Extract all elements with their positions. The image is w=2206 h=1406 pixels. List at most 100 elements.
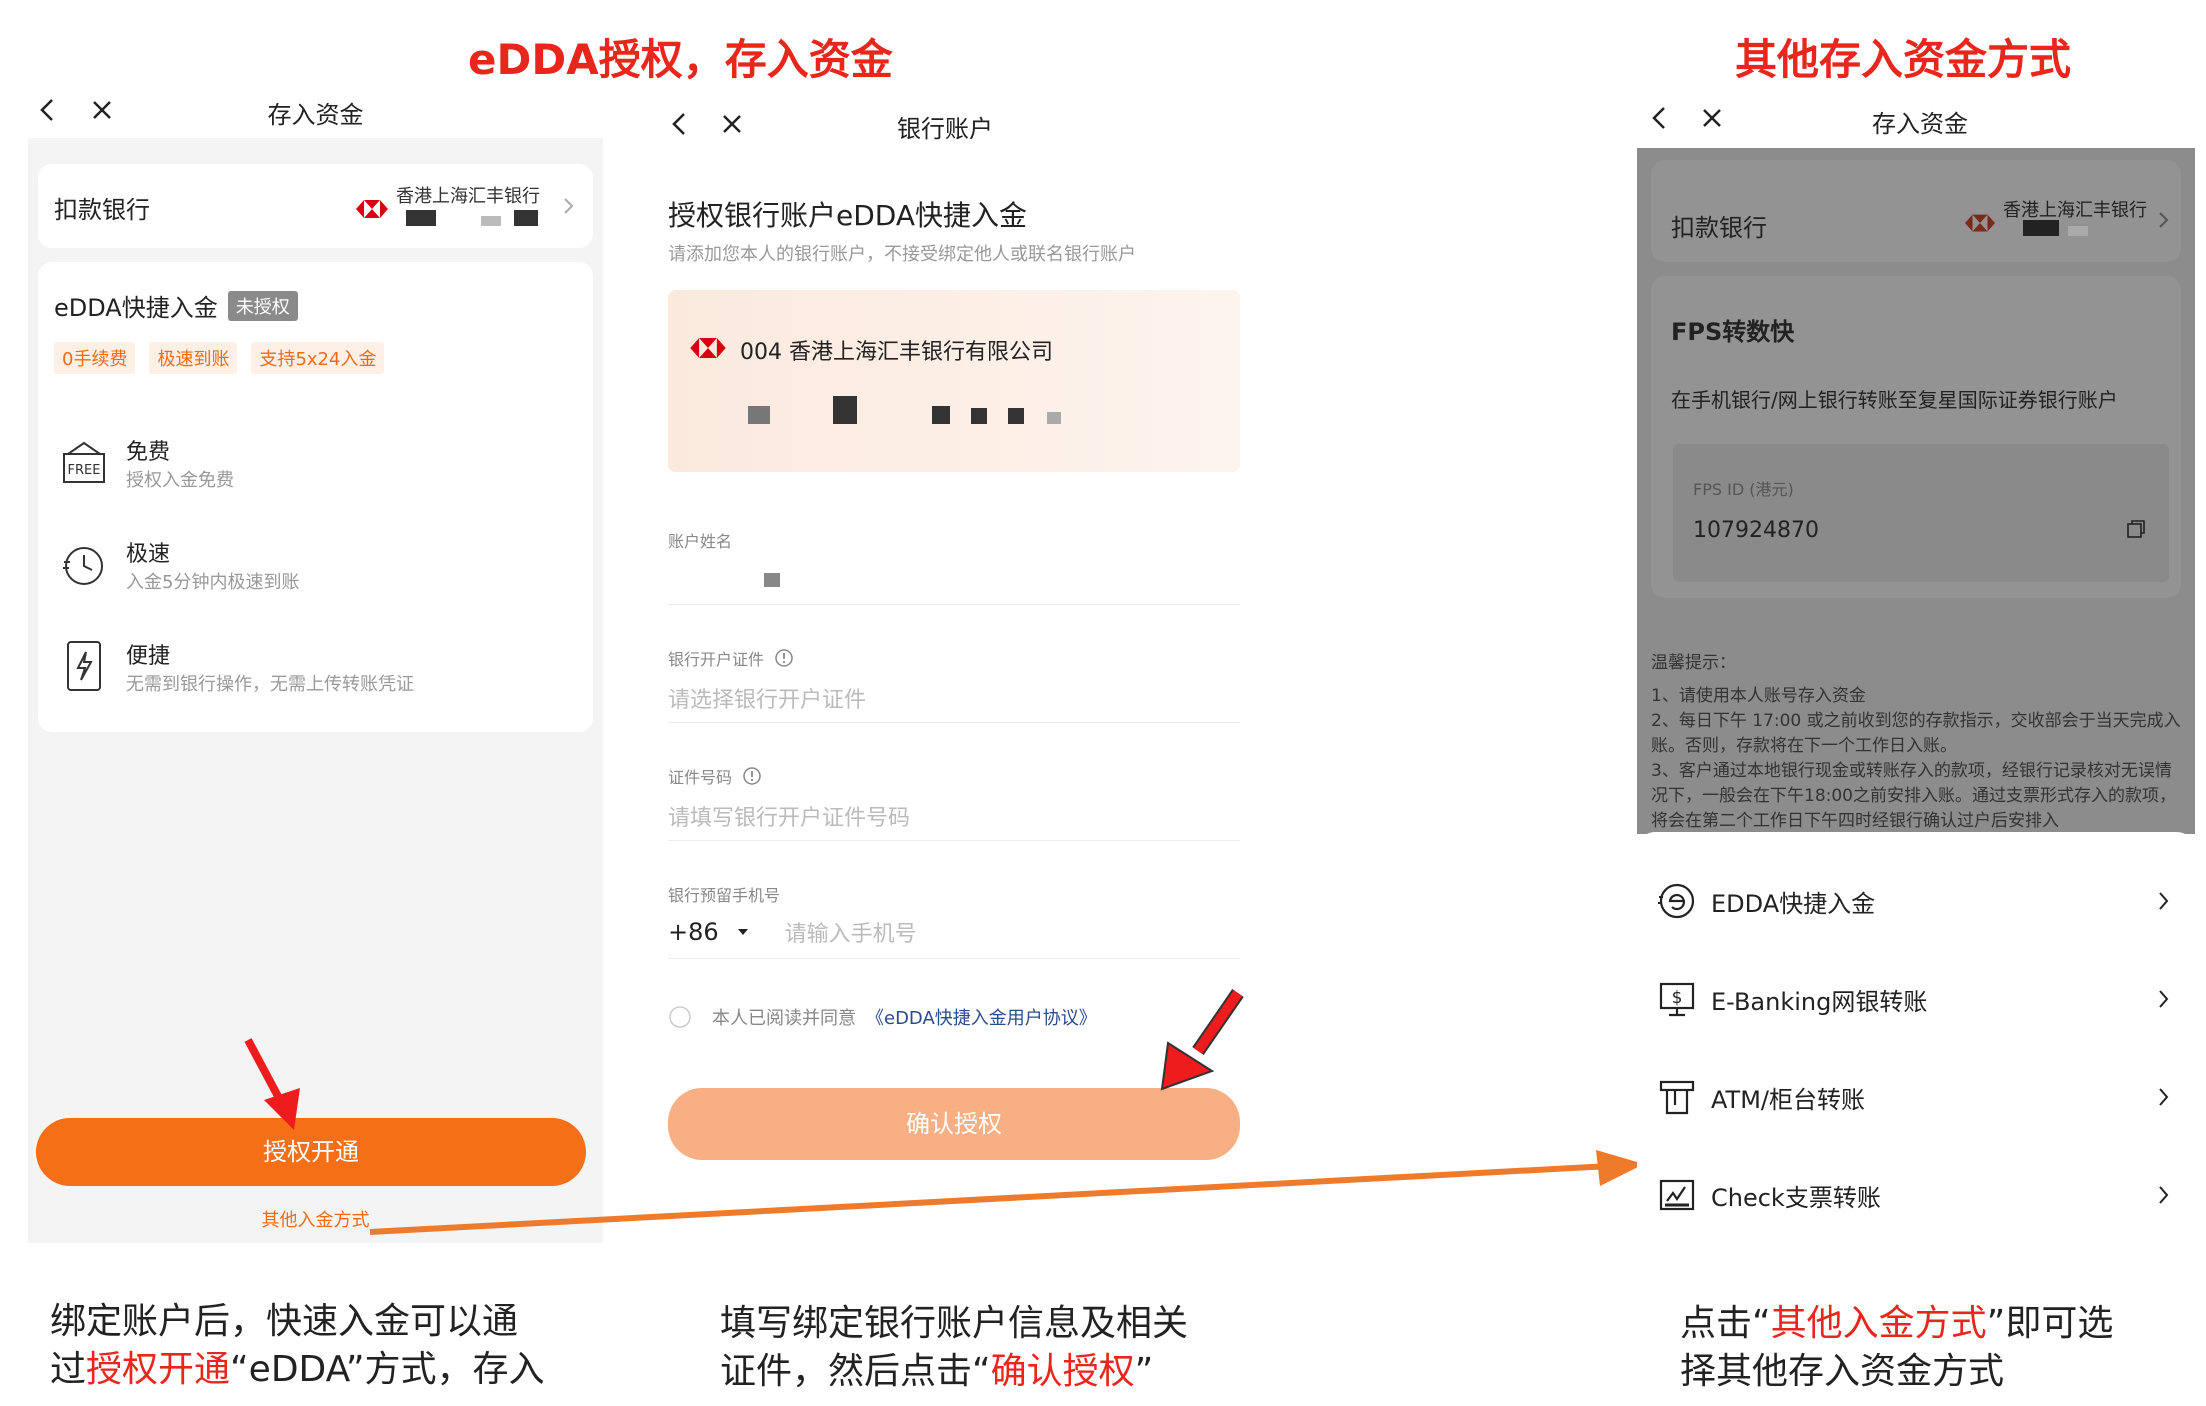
tip-item: 1、请使用本人账号存入资金 bbox=[1651, 686, 1866, 706]
caption-line: 绑定账户后，快速入金可以通 bbox=[50, 1301, 519, 1342]
edda-title: eDDA快捷入金 bbox=[54, 294, 218, 322]
check-icon bbox=[1659, 1179, 1695, 1211]
feature-item: 极速 入金5分钟内极速到账 bbox=[54, 534, 574, 598]
method-label: EDDA快捷入金 bbox=[1711, 889, 1876, 918]
screen2-navbar: 银行账户 bbox=[660, 98, 1260, 152]
tips-list: 1、请使用本人账号存入资金 2、每日下午 17:00 或之前收到您的存款指示，交… bbox=[1651, 684, 2181, 834]
divider bbox=[668, 958, 1240, 959]
screen1-navbar: 存入资金 bbox=[28, 84, 603, 138]
agreement-checkbox[interactable] bbox=[668, 1005, 692, 1029]
dimmed-overlay: 扣款银行 香港上海汇丰银行 FPS转数快 在手机银行/网上银行转账至复星国际证券… bbox=[1637, 148, 2195, 834]
heading-right: 其他存入资金方式 bbox=[1735, 35, 2072, 84]
id-number-label: 证件号码 bbox=[668, 768, 733, 787]
caption-line: 填写绑定银行账户信息及相关 bbox=[720, 1303, 1189, 1344]
annotation-arrow bbox=[1160, 989, 1244, 1091]
screen3-title: 存入资金 bbox=[1872, 110, 1968, 138]
caret-down-icon[interactable] bbox=[737, 927, 749, 937]
bank-select-row[interactable]: 扣款银行 香港上海汇丰银行 bbox=[38, 164, 593, 248]
masked-account bbox=[2023, 220, 2089, 240]
bank-label: 扣款银行 bbox=[1671, 214, 1767, 242]
bank-name: 香港上海汇丰银行 bbox=[2003, 200, 2147, 221]
page-subheading: 请添加您本人的银行账户，不接受绑定他人或联名银行账户 bbox=[668, 244, 1136, 265]
id-type-select[interactable]: 请选择银行开户证件 bbox=[668, 682, 866, 714]
account-name-value bbox=[668, 572, 780, 591]
account-name-label: 账户姓名 bbox=[668, 532, 733, 551]
caption-line: 择其他存入资金方式 bbox=[1680, 1351, 2005, 1392]
feature-desc: 入金5分钟内极速到账 bbox=[126, 572, 300, 593]
free-icon: FREE bbox=[63, 441, 105, 483]
clock-icon bbox=[63, 547, 103, 585]
method-ebanking[interactable]: $ E-Banking网银转账 bbox=[1657, 950, 2177, 1048]
divider bbox=[668, 604, 1240, 605]
caption-1: 绑定账户后，快速入金可以通 过授权开通“eDDA”方式，存入 bbox=[50, 1298, 544, 1394]
atm-icon bbox=[1659, 1080, 1695, 1115]
info-icon[interactable] bbox=[774, 648, 794, 668]
tip-item: 3、客户通过本地银行现金或转账存入的款项，经银行记录核对无误情况下，一般会在下午… bbox=[1651, 761, 2176, 831]
phone-input[interactable]: 请输入手机号 bbox=[785, 916, 917, 948]
phone-prefix[interactable]: +86 bbox=[668, 918, 719, 946]
method-atm[interactable]: ATM/柜台转账 bbox=[1657, 1048, 2177, 1146]
tag: 支持5x24入金 bbox=[251, 342, 385, 374]
feature-desc: 授权入金免费 bbox=[126, 470, 234, 491]
caption-line: 点击“其他入金方式”即可选 bbox=[1680, 1303, 2114, 1344]
tag: 0手续费 bbox=[54, 342, 136, 374]
feature-title: 便捷 bbox=[126, 644, 171, 669]
id-number-input[interactable]: 请填写银行开户证件号码 bbox=[668, 800, 910, 832]
fps-title: FPS转数快 bbox=[1671, 318, 1795, 346]
tag: 极速到账 bbox=[149, 342, 238, 374]
bank-card-name: 004 香港上海汇丰银行有限公司 bbox=[740, 340, 1053, 365]
caption-line: 过授权开通“eDDA”方式，存入 bbox=[50, 1349, 545, 1390]
fps-id-label: FPS ID (港元) bbox=[1693, 480, 1794, 499]
annotation-arrow-long bbox=[369, 1150, 1644, 1235]
method-label: E-Banking网银转账 bbox=[1711, 987, 1928, 1016]
caption-2: 填写绑定银行账户信息及相关 证件，然后点击“确认授权” bbox=[720, 1300, 1188, 1396]
heading-left: eDDA授权，存入资金 bbox=[468, 35, 893, 84]
masked-account bbox=[406, 210, 539, 230]
feature-desc: 无需到银行操作，无需上传转账凭证 bbox=[126, 674, 414, 695]
agreement-link[interactable]: 《eDDA快捷入金用户协议》 bbox=[866, 1004, 1097, 1030]
svg-text:FREE: FREE bbox=[68, 463, 101, 478]
info-icon[interactable] bbox=[742, 766, 762, 786]
screen1-title: 存入资金 bbox=[267, 101, 364, 129]
chevron-right-icon bbox=[564, 198, 574, 214]
bank-select-row: 扣款银行 香港上海汇丰银行 bbox=[1651, 160, 2181, 262]
tag-list: 0手续费 极速到账 支持5x24入金 bbox=[54, 342, 385, 374]
phone-label: 银行预留手机号 bbox=[668, 886, 781, 905]
tips-title: 温馨提示： bbox=[1651, 653, 1736, 673]
method-label: Check支票转账 bbox=[1711, 1183, 1881, 1212]
fps-desc: 在手机银行/网上银行转账至复星国际证券银行账户 bbox=[1671, 388, 2118, 412]
feature-title: 极速 bbox=[126, 542, 171, 567]
chevron-right-icon bbox=[2159, 1186, 2169, 1204]
chevron-right-icon bbox=[2159, 212, 2169, 228]
chevron-right-icon bbox=[2159, 1088, 2169, 1106]
feature-item: 便捷 无需到银行操作，无需上传转账凭证 bbox=[54, 636, 574, 700]
status-badge: 未授权 bbox=[227, 290, 298, 321]
tip-item: 2、每日下午 17:00 或之前收到您的存款指示，交收部会于当天完成入账。否则，… bbox=[1651, 711, 2181, 756]
svg-text:$: $ bbox=[1672, 988, 1683, 1008]
caption-3: 点击“其他入金方式”即可选 择其他存入资金方式 bbox=[1680, 1300, 2113, 1396]
feature-item: FREE 免费 授权入金免费 bbox=[54, 432, 574, 496]
annotation-arrow bbox=[244, 1038, 300, 1130]
masked-account-number bbox=[748, 396, 1062, 428]
bank-label: 扣款银行 bbox=[54, 196, 150, 224]
page-heading: 授权银行账户eDDA快捷入金 bbox=[668, 199, 1028, 232]
copy-icon[interactable] bbox=[2125, 518, 2147, 540]
method-check[interactable]: Check支票转账 bbox=[1657, 1146, 2177, 1244]
chevron-right-icon bbox=[2159, 892, 2169, 910]
chevron-right-icon bbox=[2159, 990, 2169, 1008]
hsbc-logo-icon bbox=[356, 200, 388, 218]
fps-id-box: FPS ID (港元) 107924870 bbox=[1673, 444, 2169, 582]
bank-name: 香港上海汇丰银行 bbox=[396, 186, 540, 207]
edda-card: eDDA快捷入金 未授权 0手续费 极速到账 支持5x24入金 FREE 免费 … bbox=[38, 262, 593, 732]
id-type-label: 银行开户证件 bbox=[668, 650, 765, 669]
divider bbox=[668, 840, 1240, 841]
fps-card: FPS转数快 在手机银行/网上银行转账至复星国际证券银行账户 FPS ID (港… bbox=[1651, 276, 2181, 598]
method-edda[interactable]: EDDA快捷入金 bbox=[1657, 852, 2177, 950]
ebanking-icon: $ bbox=[1659, 982, 1695, 1017]
fps-id-value: 107924870 bbox=[1693, 518, 1819, 543]
feature-title: 免费 bbox=[126, 440, 171, 465]
bank-account-card: 004 香港上海汇丰银行有限公司 bbox=[668, 290, 1240, 472]
hsbc-logo-icon bbox=[690, 338, 726, 358]
hsbc-logo-icon bbox=[1965, 214, 1995, 232]
divider bbox=[668, 722, 1240, 723]
